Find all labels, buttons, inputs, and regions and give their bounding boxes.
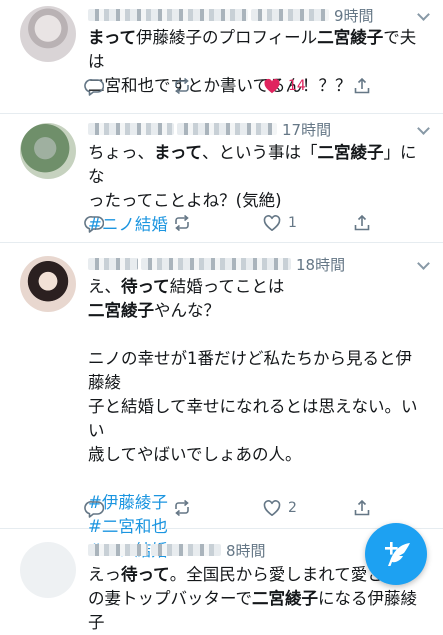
redacted-username xyxy=(88,123,174,135)
retweet-button[interactable] xyxy=(172,213,192,233)
retweet-icon xyxy=(175,499,189,517)
text-segment: 、という事は「 xyxy=(202,143,318,162)
text-segment: 。全国民から愛しまれて愛され xyxy=(169,565,401,584)
redacted-handle xyxy=(151,544,221,556)
bold-text: まって xyxy=(154,143,203,162)
retweet-button[interactable] xyxy=(172,76,192,96)
text-segment: ちょっ、 xyxy=(88,143,154,162)
reply-icon xyxy=(84,501,104,518)
tweet-actions: 1 xyxy=(84,211,388,235)
text-segment: 伊藤綾子のプロフィール xyxy=(136,28,318,47)
chevron-down-icon[interactable] xyxy=(417,259,429,271)
avatar[interactable] xyxy=(20,256,76,312)
text-segment: えっ xyxy=(88,565,121,584)
redacted-handle xyxy=(177,123,277,135)
tweet-text-line: まって伊藤綾子のプロフィール二宮綾子で夫は xyxy=(88,26,425,74)
share-icon xyxy=(354,499,370,516)
bold-text: 待って xyxy=(121,277,170,296)
share-icon xyxy=(354,214,370,231)
like-count: 1 xyxy=(288,215,297,231)
tweet-actions: 2 xyxy=(84,496,388,520)
like-button[interactable]: 2 xyxy=(262,498,297,518)
chevron-down-icon[interactable] xyxy=(417,124,429,136)
text-segment: ったってことよね？(気絶) xyxy=(88,191,282,210)
redacted-username xyxy=(88,258,138,270)
tweet-text-line: え、待って結婚ってことは xyxy=(88,275,425,299)
bold-text: 二宮綾子 xyxy=(317,28,384,47)
tweet-text-line: 歳してやばいでしょあの人。 xyxy=(88,445,302,464)
tweet-text-line: 子と結婚して幸せになれるとは思えない。いい xyxy=(88,397,418,440)
bold-text: 待って xyxy=(121,565,170,584)
redacted-handle xyxy=(141,258,291,270)
chevron-down-icon[interactable] xyxy=(417,10,429,22)
redacted-username xyxy=(88,9,248,21)
tweet[interactable]: 17時間 ちょっ、まって、という事は「二宮綾子」にな ったってことよね？(気絶) … xyxy=(0,113,443,243)
reply-icon xyxy=(84,79,104,96)
reply-button[interactable] xyxy=(84,498,104,518)
compose-tweet-icon xyxy=(385,542,410,566)
like-icon xyxy=(264,78,280,94)
tweet[interactable]: 18時間 え、待って結婚ってことは 二宮綾子やんな？ ニノの幸せが1番だけど私たち… xyxy=(0,242,443,560)
like-icon xyxy=(263,215,281,231)
avatar[interactable] xyxy=(20,542,76,598)
retweet-icon xyxy=(175,77,189,95)
bold-text: まって xyxy=(88,28,137,47)
text-segment: 結婚ってことは xyxy=(169,277,285,296)
compose-tweet-button[interactable] xyxy=(365,523,427,585)
tweet-header: 17時間 xyxy=(88,118,331,140)
tweet-text-line: の妻トップバッターで二宮綾子になる伊藤綾子 xyxy=(88,587,425,635)
tweet-time: 9時間 xyxy=(334,6,374,25)
like-button[interactable]: 14 xyxy=(262,76,306,96)
tweet-header: 8時間 xyxy=(88,539,266,561)
avatar[interactable] xyxy=(20,123,76,179)
retweet-icon xyxy=(175,214,189,232)
tweet-text-line: ったってことよね？(気絶) xyxy=(88,189,425,213)
redacted-username xyxy=(88,544,148,556)
tweet-header: 18時間 xyxy=(88,253,345,275)
text-segment: え、 xyxy=(88,277,121,296)
bold-text: 二宮綾子 xyxy=(317,143,384,162)
tweet-text-line: ちょっ、まって、という事は「二宮綾子」にな xyxy=(88,141,425,189)
tweet-time: 8時間 xyxy=(226,541,266,560)
reply-button[interactable] xyxy=(84,213,104,233)
reply-icon xyxy=(84,216,104,233)
bold-text: 二宮綾子 xyxy=(252,589,319,608)
bold-text: 二宮綾子 xyxy=(88,301,154,320)
like-icon xyxy=(263,500,281,516)
tweet-time: 17時間 xyxy=(282,120,332,139)
tweet-text-line: 二宮綾子やんな？ xyxy=(88,299,425,323)
text-segment: の妻トップバッターで xyxy=(88,589,253,608)
tweet-time: 18時間 xyxy=(296,255,346,274)
retweet-button[interactable] xyxy=(172,498,192,518)
share-button[interactable] xyxy=(352,213,372,233)
tweet[interactable]: 9時間 まって伊藤綾子のプロフィール二宮綾子で夫は 二宮和也ですとか書いてるん！？… xyxy=(0,0,443,114)
share-icon xyxy=(354,77,370,94)
share-button[interactable] xyxy=(352,498,372,518)
like-count: 14 xyxy=(288,78,306,94)
reply-button[interactable] xyxy=(84,76,104,96)
like-button[interactable]: 1 xyxy=(262,213,297,233)
tweet-header: 9時間 xyxy=(88,4,374,26)
share-button[interactable] xyxy=(352,76,372,96)
tweet-text-line: ニノの幸せが1番だけど私たちから見ると伊藤綾 xyxy=(88,349,412,392)
text-segment: やんな？ xyxy=(154,301,220,320)
avatar[interactable] xyxy=(20,6,76,62)
redacted-handle xyxy=(251,9,329,21)
like-count: 2 xyxy=(288,500,297,516)
tweet-actions: 14 xyxy=(84,74,388,98)
